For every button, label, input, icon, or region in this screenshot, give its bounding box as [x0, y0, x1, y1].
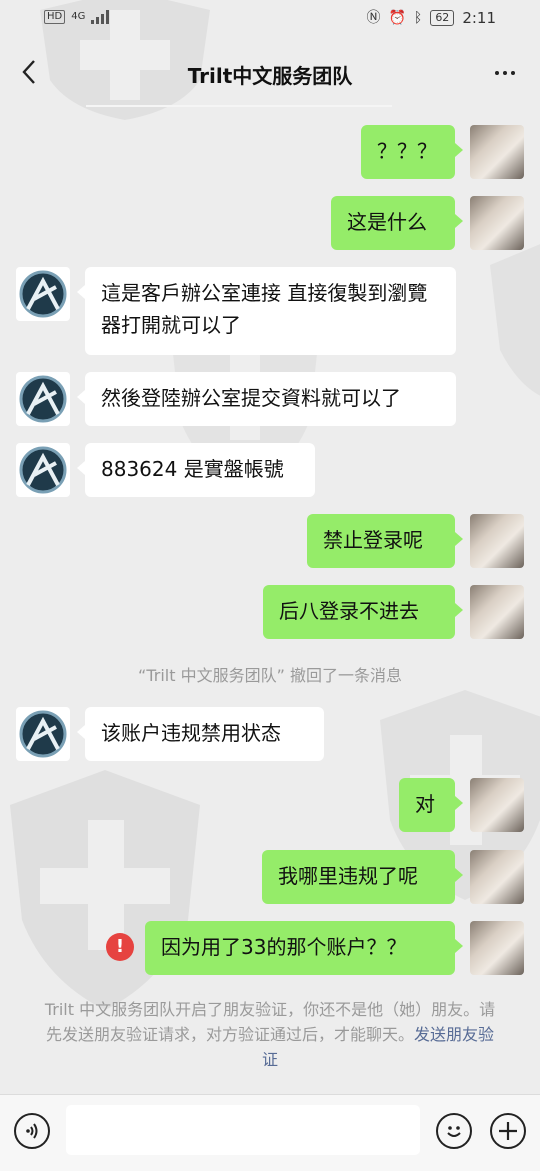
message-bubble-sent[interactable]: 我哪里违规了呢	[262, 850, 463, 904]
message-bubble-sent[interactable]: 这是什么	[331, 196, 463, 250]
bluetooth-icon: ᛒ	[413, 10, 423, 26]
network-type: 4G	[71, 11, 86, 22]
contact-avatar[interactable]	[16, 372, 70, 426]
plus-icon	[499, 1122, 517, 1140]
message-bubble-received[interactable]: 然後登陸辦公室提交資料就可以了	[77, 372, 456, 426]
emoji-button[interactable]	[436, 1113, 472, 1149]
my-avatar[interactable]	[470, 921, 524, 975]
message-bubble-sent[interactable]: 后八登录不进去	[263, 585, 463, 639]
my-avatar[interactable]	[470, 125, 524, 179]
hd-indicator: HD	[44, 10, 66, 24]
emoji-icon	[447, 1126, 461, 1137]
status-time: 2:11	[462, 9, 496, 27]
my-avatar[interactable]	[470, 585, 524, 639]
message-bubble-sent[interactable]: ？？？	[361, 125, 463, 179]
alarm-icon: ⏰	[388, 10, 406, 26]
watermark-shield	[490, 240, 540, 400]
my-avatar[interactable]	[470, 778, 524, 832]
voice-button[interactable]	[14, 1113, 50, 1149]
more-button[interactable]	[490, 58, 520, 88]
header-divider	[86, 105, 392, 107]
more-functions-button[interactable]	[490, 1113, 526, 1149]
my-avatar[interactable]	[470, 514, 524, 568]
status-bar: HD 4G Ⓝ ⏰ ᛒ 62 2:11	[0, 0, 540, 40]
my-avatar[interactable]	[470, 850, 524, 904]
message-bubble-received[interactable]: 该账户违规禁用状态	[77, 707, 324, 761]
message-bubble-sent[interactable]: 禁止登录呢	[307, 514, 463, 568]
contact-avatar[interactable]	[16, 707, 70, 761]
message-input[interactable]	[66, 1105, 420, 1155]
nfc-icon: Ⓝ	[366, 10, 381, 26]
message-bubble-sent[interactable]: 因为用了33的那个账户？？	[145, 921, 463, 975]
battery-icon: 62	[430, 10, 455, 26]
chat-header: Trilt中文服务团队	[0, 40, 540, 106]
more-dots-icon	[495, 71, 499, 75]
signal-icon	[91, 10, 110, 24]
recall-notice: “Trilt 中文服务团队” 撤回了一条消息	[138, 666, 402, 685]
message-bubble-received[interactable]: 883624 是實盤帳號	[77, 443, 315, 497]
voice-icon	[26, 1123, 38, 1139]
message-bubble-received[interactable]: 這是客戶辦公室連接 直接復製到瀏覽器打開就可以了	[77, 267, 456, 355]
input-bar	[0, 1094, 540, 1171]
message-bubble-sent[interactable]: 对	[399, 778, 463, 832]
chat-title: Trilt中文服务团队	[187, 64, 353, 88]
friend-verification-notice: Trilt 中文服务团队开启了朋友验证，你还不是他（她）朋友。请先发送朋友验证请…	[44, 1000, 496, 1069]
contact-avatar[interactable]	[16, 267, 70, 321]
contact-avatar[interactable]	[16, 443, 70, 497]
my-avatar[interactable]	[470, 196, 524, 250]
error-icon[interactable]: !	[106, 933, 134, 961]
